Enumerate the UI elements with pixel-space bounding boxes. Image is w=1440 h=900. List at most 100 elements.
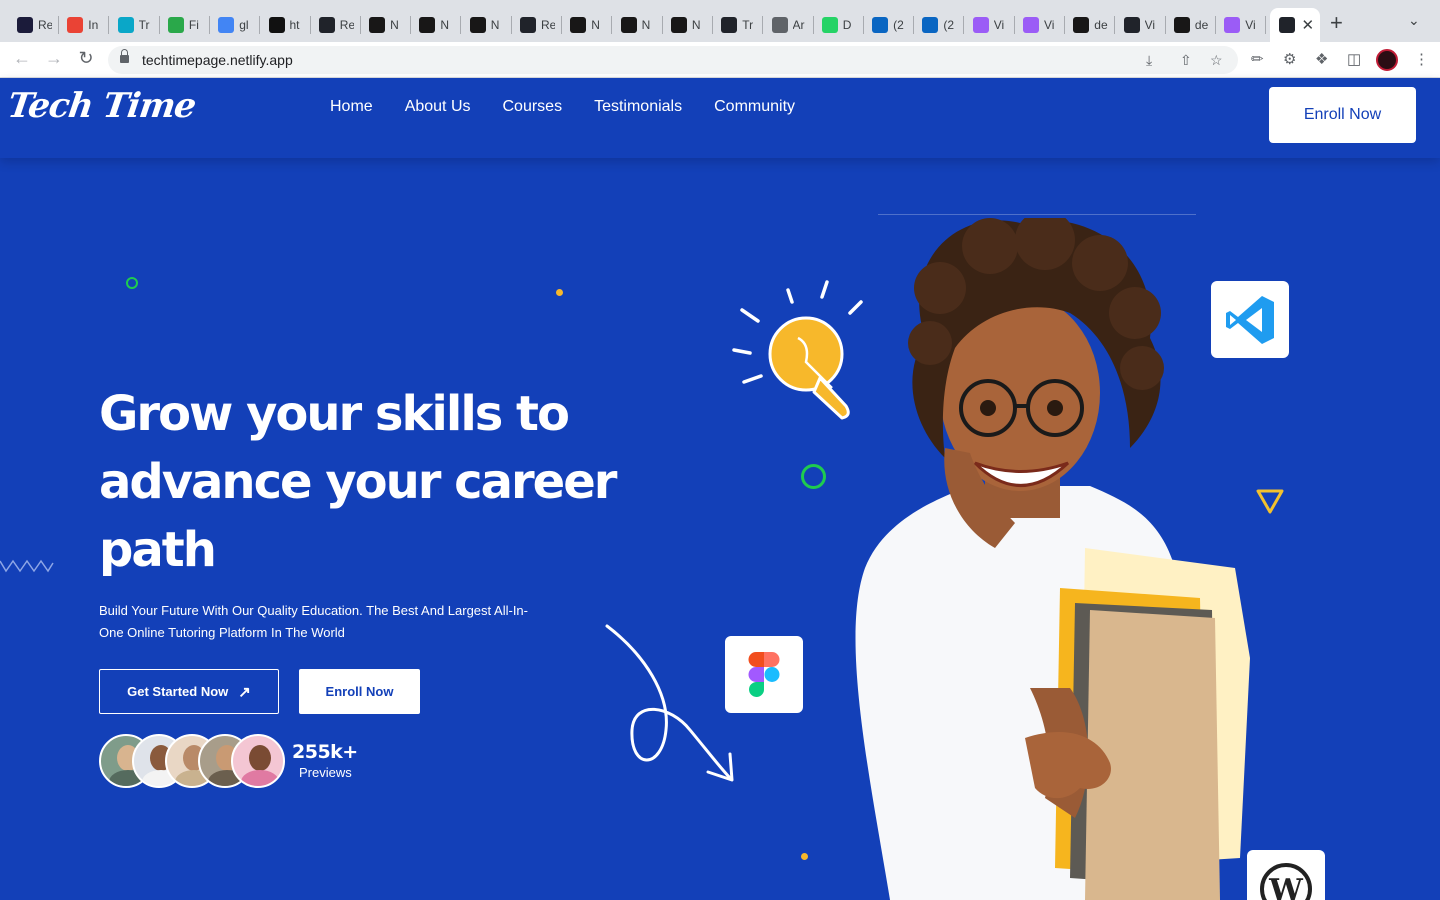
student-photo (855, 218, 1250, 900)
install-app-icon[interactable]: ⤓ (1146, 52, 1152, 69)
arrow-up-right-icon: ↗ (238, 683, 251, 701)
browser-tab-title: N (440, 18, 450, 32)
browser-tab[interactable]: N (561, 8, 611, 42)
back-arrow-icon[interactable]: ← (10, 48, 34, 69)
browser-tab-title: Re (541, 18, 555, 32)
forward-arrow-icon[interactable]: → (42, 48, 66, 69)
browser-tab[interactable]: Fi (159, 8, 209, 42)
browser-tab[interactable]: Re (310, 8, 360, 42)
browser-tab-title: Re (38, 18, 52, 32)
url-text[interactable]: techtimepage.netlify.app (142, 52, 293, 68)
share-icon[interactable]: ⇧ (1180, 52, 1192, 69)
browser-tab-title: Tr (138, 18, 150, 32)
browser-tab[interactable]: N (461, 8, 511, 42)
student-avatars (99, 734, 289, 788)
browser-tab[interactable]: In (58, 8, 108, 42)
decorative-divider (878, 214, 1196, 215)
previews-label: Previews (299, 765, 352, 780)
extensions-puzzle-icon[interactable]: ❖ (1315, 50, 1328, 68)
browser-tab[interactable]: de (1064, 8, 1114, 42)
eyedropper-extension-icon[interactable]: ✏ (1251, 50, 1264, 68)
vite-icon (1224, 17, 1241, 33)
browser-tab[interactable]: Vi (964, 8, 1014, 42)
browser-tab-title: Vi (993, 18, 1005, 32)
github-icon (570, 17, 587, 33)
close-tab-icon[interactable]: ✕ (1302, 16, 1315, 34)
nav-testimonials[interactable]: Testimonials (594, 98, 682, 116)
browser-tab[interactable]: (2 (863, 8, 913, 42)
browser-tab[interactable]: D (813, 8, 863, 42)
nav-home[interactable]: Home (330, 98, 373, 116)
browser-tab[interactable]: gl (209, 8, 259, 42)
react-icon (1278, 17, 1295, 33)
linkedin-icon (922, 17, 939, 33)
browser-tab[interactable]: Tr (712, 8, 762, 42)
bookmark-star-icon[interactable]: ☆ (1210, 52, 1223, 69)
browser-tab[interactable]: (2 (913, 8, 963, 42)
browser-tab-title: gl (239, 18, 249, 32)
bug-extension-icon[interactable]: ⚙ (1283, 50, 1296, 68)
browser-tab-title: N (591, 18, 600, 32)
browser-tab[interactable]: Re (511, 8, 561, 42)
browser-tab-title: de (1094, 18, 1108, 32)
react-icon (1123, 17, 1140, 33)
browser-tab-title: Fi (188, 18, 199, 32)
browser-menu-icon[interactable]: ⋮ (1414, 50, 1429, 68)
browser-tab[interactable]: N (662, 8, 712, 42)
site-header: Tech Time Home About Us Courses Testimon… (0, 78, 1440, 158)
browser-tab[interactable]: ht (260, 8, 310, 42)
browser-tab[interactable]: N (360, 8, 410, 42)
address-bar[interactable]: techtimepage.netlify.app ⤓ ⇧ ☆ (108, 46, 1238, 74)
browser-tab-title: Ar (792, 18, 805, 32)
browser-tab[interactable]: Vi (1115, 8, 1165, 42)
main-nav: Home About Us Courses Testimonials Commu… (330, 98, 795, 116)
github-icon (469, 17, 486, 33)
browser-tab-title: (2 (893, 18, 904, 32)
browser-toolbar: ← → ↻ techtimepage.netlify.app ⤓ ⇧ ☆ ✏ ⚙… (0, 42, 1440, 78)
side-panel-icon[interactable]: ◫ (1347, 50, 1361, 68)
vite-icon (972, 17, 989, 33)
github-icon (620, 17, 637, 33)
github-icon (369, 17, 386, 33)
reload-icon[interactable]: ↻ (74, 48, 98, 69)
hero-title-line-1: Grow your skills to (99, 386, 570, 442)
hero-enroll-button[interactable]: Enroll Now (299, 669, 420, 714)
tab-separator (1265, 16, 1267, 34)
browser-tab[interactable]: Tr (109, 8, 159, 42)
github-icon (1073, 17, 1090, 33)
browser-tab[interactable]: Ar (763, 8, 813, 42)
profile-avatar[interactable] (1376, 49, 1398, 71)
browser-tab-title: (2 (943, 18, 955, 32)
get-started-button[interactable]: Get Started Now ↗ (99, 669, 279, 714)
orange-dot-decoration (801, 853, 808, 860)
browser-tab-title: de (1194, 18, 1209, 32)
browser-tab[interactable]: Vi (1215, 8, 1265, 42)
curly-arrow-decoration (605, 624, 734, 782)
linkedin-icon (872, 17, 889, 33)
tab-search-chevron-icon[interactable]: ⌄ (1408, 12, 1420, 29)
react-icon (318, 17, 335, 33)
hero-title-line-2: advance your career (99, 454, 617, 510)
browser-tab[interactable]: Re (8, 8, 58, 42)
browser-tab-strip: Re In Tr Fi gl ht Re N N N Re N N N Tr Ar D (2 (2 Vi Vi de Vi d… (0, 0, 1440, 42)
hero-title-line-3: path (99, 522, 217, 578)
new-tab-icon[interactable]: + (1330, 10, 1343, 36)
react-icon (520, 17, 536, 33)
browser-tab[interactable]: de (1165, 8, 1215, 42)
site-logo[interactable]: Tech Time (5, 86, 198, 126)
green-ring-decoration (126, 277, 138, 289)
browser-tab[interactable]: N (410, 8, 460, 42)
browser-tab-title: N (691, 18, 701, 32)
nav-courses[interactable]: Courses (503, 98, 563, 116)
github-icon (670, 17, 687, 33)
browser-tab-title: N (490, 18, 500, 32)
browser-tab-active[interactable]: ✕ (1269, 8, 1320, 42)
nav-about-us[interactable]: About Us (405, 98, 471, 116)
header-enroll-button[interactable]: Enroll Now (1269, 87, 1416, 143)
figma-card (725, 636, 803, 713)
browser-tab[interactable]: N (612, 8, 662, 42)
browser-tab-title: Vi (1245, 18, 1256, 32)
nav-community[interactable]: Community (714, 98, 795, 116)
browser-tab[interactable]: Vi (1014, 8, 1064, 42)
vite-icon (1023, 17, 1039, 33)
